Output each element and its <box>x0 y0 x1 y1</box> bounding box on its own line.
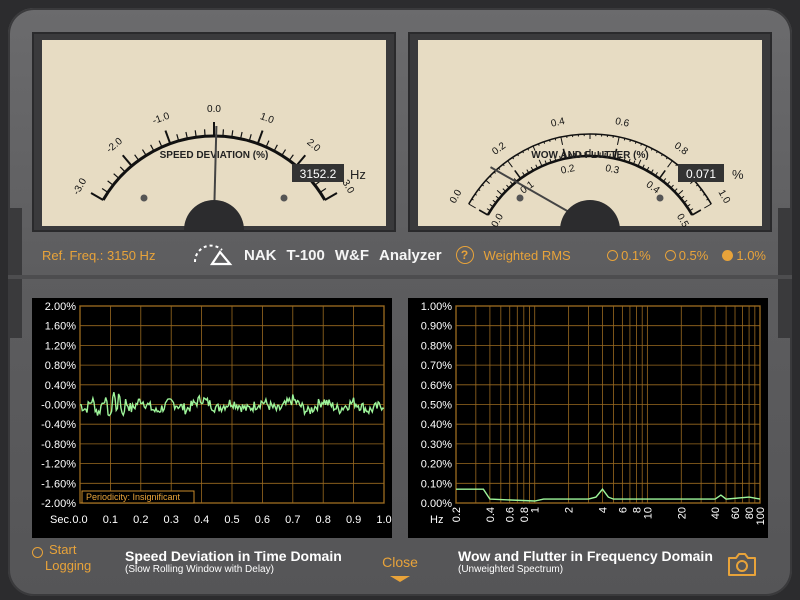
time-domain-caption: Speed Deviation in Time Domain (Slow Rol… <box>125 548 342 575</box>
y-tick-label: -0.80% <box>41 439 76 451</box>
x-tick-label: 40 <box>710 507 722 519</box>
y-tick-label: 1.60% <box>45 321 76 333</box>
meter-left-value: 3152.2 <box>300 167 337 181</box>
analyzer-label: Analyzer <box>379 246 442 264</box>
x-tick-label: 0.3 <box>164 514 179 526</box>
y-tick-label: 0.40% <box>421 419 452 431</box>
y-tick-label: -2.00% <box>41 498 76 510</box>
x-tick-label: 0.0 <box>72 514 87 526</box>
x-tick-label: 0.1 <box>103 514 118 526</box>
y-tick-label: 0.90% <box>421 321 452 333</box>
divider <box>8 275 792 279</box>
y-tick-label: 0.50% <box>421 400 452 412</box>
y-tick-label: 0.60% <box>421 380 452 392</box>
brand-label: NAK <box>244 246 277 264</box>
x-tick-label: 1.0 <box>376 514 391 526</box>
y-tick-label: 0.00% <box>421 498 452 510</box>
x-tick-label: 0.4 <box>485 507 497 522</box>
app-title: NAK T-100 W&F Analyzer ? Weighted RMS <box>192 238 571 272</box>
left-side-tab <box>8 208 22 338</box>
frequency-domain-plot: 1.00% 0.90% 0.80% 0.70% 0.60% 0.50% 0.40% 0.30%… <box>408 298 768 538</box>
y-tick-label: 0.40% <box>45 380 76 392</box>
x-axis-label: Hz <box>430 514 443 526</box>
logging-radio-icon <box>32 547 43 558</box>
x-axis-label: Sec. <box>50 514 72 526</box>
x-tick-label: 0.8 <box>316 514 331 526</box>
y-tick-label: 0.10% <box>421 478 452 490</box>
app-frame: -3.0 -2.0 -1.0 0.0 1.0 2.0 3.0 SPEED DEVIATION… <box>8 8 792 596</box>
meter-left-unit: Hz <box>350 167 366 182</box>
meter-right-unit: % <box>732 167 744 182</box>
wf-label: W&F <box>334 246 370 264</box>
chevron-down-icon <box>390 576 410 582</box>
y-tick-label: 0.20% <box>421 459 452 471</box>
y-tick-label: 1.20% <box>45 340 76 352</box>
x-tick-label: 0.9 <box>346 514 361 526</box>
x-tick-label: 0.2 <box>133 514 148 526</box>
x-tick-label: 0.7 <box>285 514 300 526</box>
x-tick-label: 6 <box>617 507 629 513</box>
range-0-5-radio[interactable]: 0.5% <box>664 248 708 263</box>
range-1-0-radio[interactable]: 1.0% <box>722 248 766 263</box>
y-tick-label: -1.20% <box>41 459 76 471</box>
x-tick-label: 2 <box>564 507 576 513</box>
x-tick-label: 100 <box>755 507 767 525</box>
y-tick-label: 0.80% <box>421 340 452 352</box>
model-label: T-100 <box>286 246 325 264</box>
start-logging-button[interactable]: Start Logging <box>32 542 91 574</box>
close-button[interactable]: Close <box>380 554 420 588</box>
camera-icon <box>728 553 756 576</box>
x-tick-label: 1 <box>530 507 542 513</box>
gauge-logo-icon <box>193 244 233 266</box>
x-tick-label: 0.2 <box>451 507 463 522</box>
frequency-domain-caption: Wow and Flutter in Frequency Domain (Unw… <box>458 548 713 575</box>
y-tick-label: 0.80% <box>45 360 76 372</box>
time-domain-subtitle: (Slow Rolling Window with Delay) <box>125 564 274 575</box>
y-tick-label: 0.70% <box>421 360 452 372</box>
ref-freq-label: Ref. Freq.: 3150 Hz <box>42 247 156 263</box>
x-tick-label: 0.6 <box>255 514 270 526</box>
x-tick-label: 60 <box>730 507 742 519</box>
meter-right-value: 0.071 <box>686 167 716 181</box>
y-tick-label: 2.00% <box>45 301 76 313</box>
y-tick-label: -1.60% <box>41 478 76 490</box>
help-icon[interactable]: ? <box>455 246 474 264</box>
y-tick-label: 0.30% <box>421 439 452 451</box>
x-tick-label: 0.5 <box>224 514 239 526</box>
time-domain-plot: 2.00% 1.60% 1.20% 0.80% 0.40% -0.00% -0.40% -0.… <box>32 298 392 538</box>
right-side-tab <box>778 208 792 338</box>
x-tick-label: 20 <box>676 507 688 519</box>
y-tick-label: -0.40% <box>41 419 76 431</box>
range-selector: 0.1% 0.5% 1.0% <box>607 238 766 272</box>
logging-label: Logging <box>45 558 92 573</box>
y-tick-label: 1.00% <box>421 301 452 313</box>
frequency-domain-subtitle: (Unweighted Spectrum) <box>458 564 564 575</box>
meter-left-title: SPEED DEVIATION (%) <box>160 150 269 161</box>
weighted-rms-label[interactable]: Weighted RMS <box>484 248 571 263</box>
range-0-1-radio[interactable]: 0.1% <box>607 248 651 263</box>
x-tick-label: 0.4 <box>194 514 209 526</box>
y-tick-label: -0.00% <box>41 400 76 412</box>
frequency-domain-title: Wow and Flutter in Frequency Domain <box>458 548 713 564</box>
meter-left-tick-label: 0.0 <box>207 104 221 115</box>
x-tick-label: 10 <box>642 507 654 519</box>
periodicity-annotation: Periodicity: Insignificant <box>86 492 181 502</box>
time-domain-title: Speed Deviation in Time Domain <box>125 548 342 564</box>
speed-deviation-meter: -3.0 -2.0 -1.0 0.0 1.0 2.0 3.0 SPEED DEVIATION… <box>32 32 396 232</box>
close-label: Close <box>382 554 418 570</box>
start-label: Start <box>49 542 77 557</box>
x-tick-label: 4 <box>598 507 610 513</box>
wow-flutter-meter: 0.00.20.40.60.81.00.00.10.20.30.40.5 WOW… <box>408 32 772 232</box>
meter-right-title: WOW AND FLUTTER (%) <box>531 150 648 161</box>
camera-button[interactable] <box>726 550 758 583</box>
x-tick-label: 0.6 <box>505 507 517 522</box>
control-bar: Ref. Freq.: 3150 Hz NAK T-100 W&F Analyz… <box>32 238 784 272</box>
